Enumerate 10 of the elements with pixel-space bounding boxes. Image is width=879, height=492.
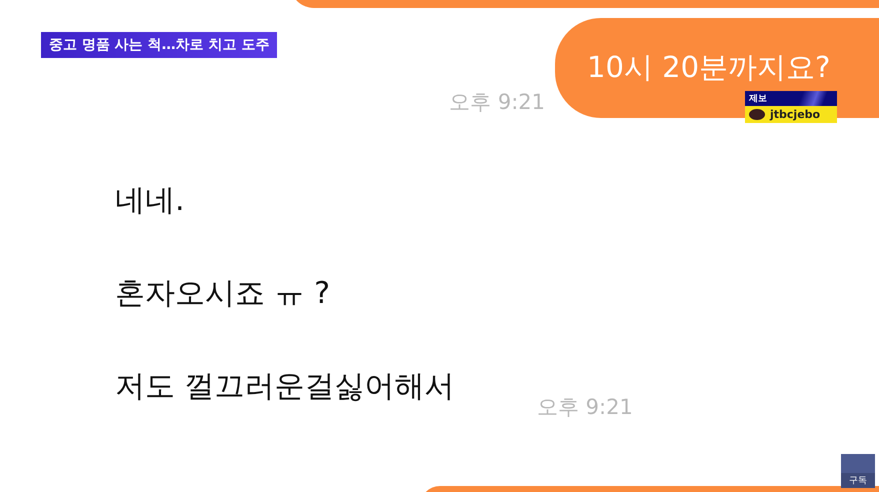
news-headline: 중고 명품 사는 척…차로 치고 도주 xyxy=(41,32,278,58)
tip-label: 제보 xyxy=(745,91,837,106)
subscribe-button[interactable]: 구독 xyxy=(841,473,875,488)
message-text: 혼자오시죠 ㅠ ? xyxy=(115,275,330,313)
message-time: 오후 9:21 xyxy=(449,89,545,116)
message-text: 저도 껄끄러운걸싫어해서 xyxy=(115,368,455,406)
message-text: 네네. xyxy=(115,182,185,220)
chat-bubble-icon xyxy=(749,108,765,120)
message-time: 오후 9:21 xyxy=(537,394,633,421)
tip-handle: jtbcjebo xyxy=(770,108,820,121)
